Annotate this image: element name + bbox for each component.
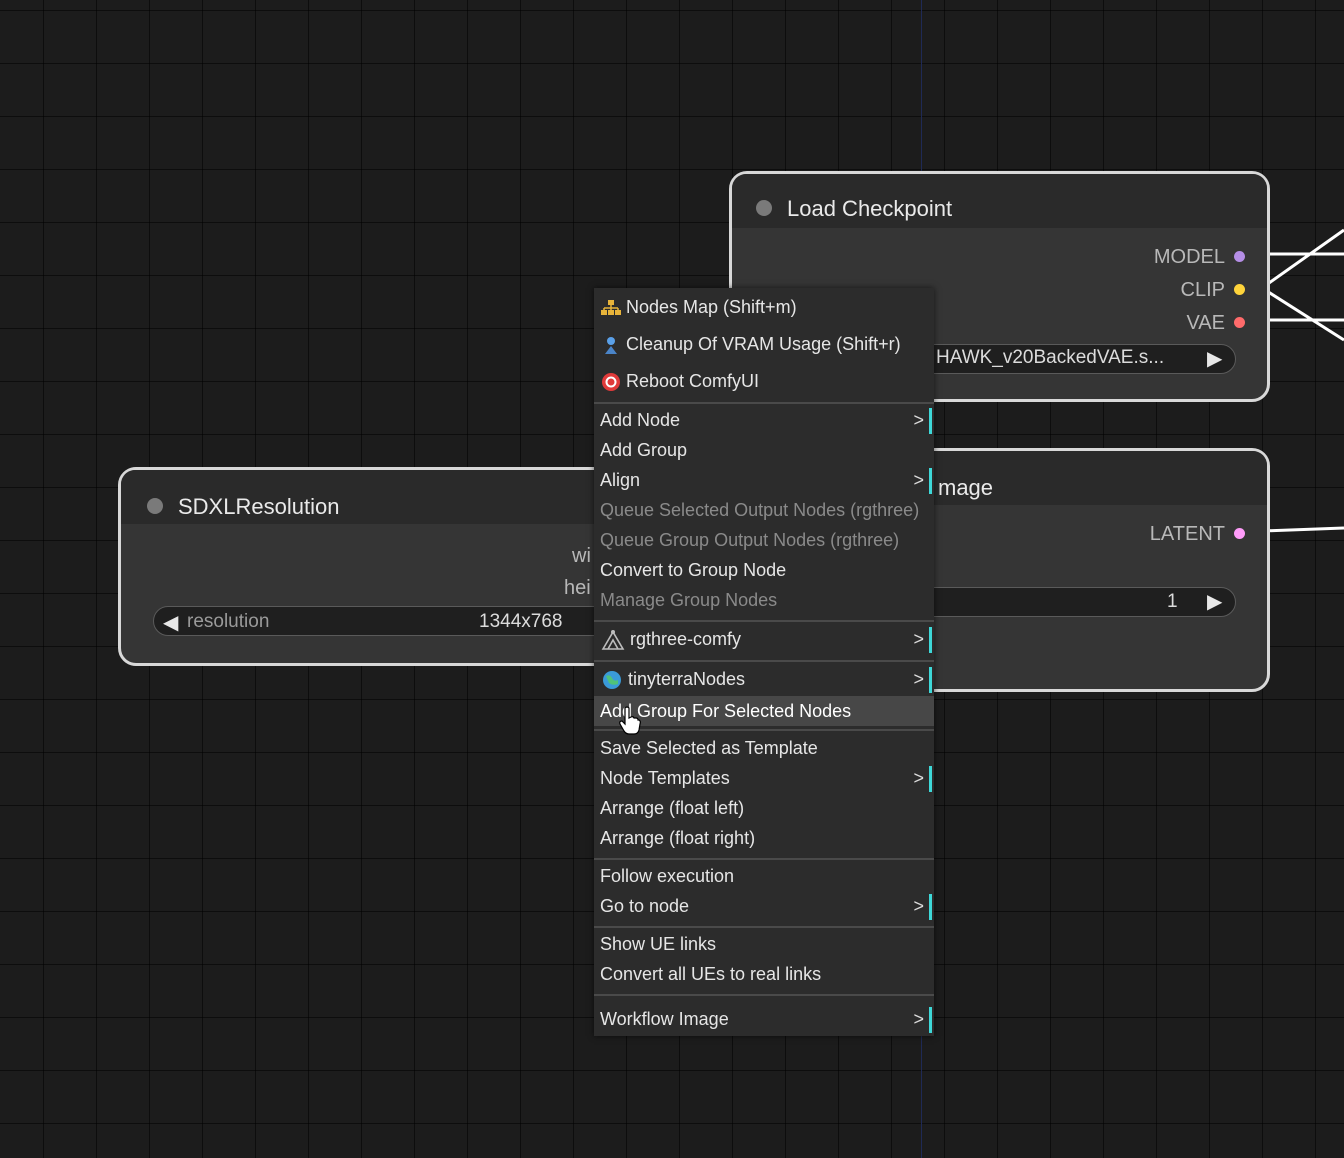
vram-cleanup-icon	[605, 337, 617, 355]
batch-size-value: 1	[1167, 591, 1178, 612]
globe-icon	[603, 671, 621, 690]
menu-item-workflow-image[interactable]: Workflow Image >	[594, 1004, 934, 1034]
menu-item-reboot[interactable]: Reboot ComfyUI	[594, 366, 934, 396]
submenu-indicator	[929, 1007, 932, 1033]
menu-item-label: Show UE links	[600, 934, 717, 954]
menu-item-label: Workflow Image	[600, 1009, 729, 1029]
menu-separator	[594, 994, 934, 996]
menu-item-label: Arrange (float left)	[600, 798, 745, 818]
menu-item-label: Reboot ComfyUI	[626, 371, 760, 391]
output-vae-label: VAE	[1186, 312, 1225, 334]
output-model-label: MODEL	[1153, 246, 1225, 268]
submenu-indicator	[929, 667, 932, 693]
menu-item-label: Queue Selected Output Nodes (rgthree)	[600, 500, 920, 520]
submenu-chevron-icon: >	[913, 1009, 924, 1029]
menu-item-label: Queue Group Output Nodes (rgthree)	[600, 530, 900, 550]
menu-item-nodes-map[interactable]: Nodes Map (Shift+m)	[594, 292, 934, 322]
menu-separator	[594, 729, 934, 731]
node-title: mage	[938, 475, 994, 500]
menu-item-arrange-right[interactable]: Arrange (float right)	[594, 823, 934, 853]
resolution-value: 1344x768	[479, 611, 563, 632]
rgthree-icon	[601, 630, 625, 651]
menu-item-rgthree[interactable]: rgthree-comfy >	[594, 624, 934, 654]
clip-link	[1261, 228, 1344, 290]
clip-link-2	[1261, 286, 1344, 342]
output-latent-label: LATENT	[1149, 523, 1225, 545]
menu-item-arrange-left[interactable]: Arrange (float left)	[594, 793, 934, 823]
node-collapse-dot[interactable]	[147, 498, 163, 514]
submenu-chevron-icon: >	[913, 669, 924, 689]
menu-item-go-to-node[interactable]: Go to node >	[594, 891, 934, 921]
menu-item-label: Add Group	[600, 440, 688, 460]
submenu-chevron-icon: >	[913, 896, 924, 916]
ckpt-next-arrow[interactable]: ▶	[1207, 346, 1222, 371]
menu-separator	[594, 402, 934, 404]
menu-item-label: Align	[600, 470, 641, 490]
canvas-context-menu: Nodes Map (Shift+m) Cleanup Of VRAM Usag…	[594, 288, 934, 1036]
output-clip-slot[interactable]	[1234, 284, 1245, 295]
resolution-label: resolution	[187, 611, 270, 632]
menu-item-show-ue-links[interactable]: Show UE links	[594, 929, 934, 959]
menu-item-label: Convert all UEs to real links	[600, 964, 822, 984]
menu-item-label: Manage Group Nodes	[600, 590, 778, 610]
menu-item-label: Nodes Map (Shift+m)	[626, 297, 797, 317]
submenu-indicator	[929, 766, 932, 792]
output-vae-slot[interactable]	[1234, 317, 1245, 328]
batch-next-arrow[interactable]: ▶	[1207, 589, 1222, 614]
submenu-indicator	[929, 468, 932, 494]
menu-separator	[594, 660, 934, 662]
latent-link	[1261, 526, 1344, 533]
menu-item-label: Node Templates	[600, 768, 730, 788]
menu-item-align[interactable]: Align >	[594, 465, 934, 495]
output-height-label: hei	[564, 577, 591, 599]
submenu-chevron-icon: >	[913, 410, 924, 430]
menu-item-label: Save Selected as Template	[600, 738, 818, 758]
menu-item-node-templates[interactable]: Node Templates >	[594, 763, 934, 793]
submenu-chevron-icon: >	[913, 768, 924, 788]
menu-item-label: Arrange (float right)	[600, 828, 756, 848]
hand-pointer-cursor-icon	[619, 706, 641, 735]
menu-item-cleanup-vram[interactable]: Cleanup Of VRAM Usage (Shift+r)	[594, 329, 934, 359]
menu-item-queue-group: Queue Group Output Nodes (rgthree)	[594, 525, 934, 555]
menu-item-label: Go to node	[600, 896, 690, 916]
menu-separator	[594, 858, 934, 860]
menu-item-add-node[interactable]: Add Node >	[594, 405, 934, 435]
submenu-indicator	[929, 627, 932, 653]
menu-item-label: Follow execution	[600, 866, 735, 886]
ckpt-name-value: HAWK_v20BackedVAE.s...	[936, 347, 1165, 368]
menu-item-label: rgthree-comfy	[630, 629, 742, 649]
node-title: Load Checkpoint	[787, 196, 953, 221]
nodes-map-icon	[601, 300, 621, 316]
menu-separator	[594, 620, 934, 622]
menu-item-convert-ues[interactable]: Convert all UEs to real links	[594, 959, 934, 989]
node-graph-canvas[interactable]: Load Checkpoint MODEL CLIP VAE HAWK_v20B…	[0, 0, 1344, 1158]
menu-item-follow-execution[interactable]: Follow execution	[594, 861, 934, 891]
reboot-icon	[602, 373, 620, 392]
menu-item-save-template[interactable]: Save Selected as Template	[594, 733, 934, 763]
menu-item-label: tinyterraNodes	[628, 669, 746, 689]
menu-separator	[594, 926, 934, 928]
node-collapse-dot[interactable]	[756, 200, 772, 216]
menu-item-label: Cleanup Of VRAM Usage (Shift+r)	[626, 334, 901, 354]
output-model-slot[interactable]	[1234, 251, 1245, 262]
menu-item-add-group[interactable]: Add Group	[594, 435, 934, 465]
menu-item-label: Add Node	[600, 410, 681, 430]
output-width-label: wi	[572, 545, 591, 567]
menu-item-label: Convert to Group Node	[600, 560, 787, 580]
sdxl-resolution-node[interactable]: SDXLResolution wi hei ◀ resolution 1344x…	[118, 467, 638, 666]
output-latent-slot[interactable]	[1234, 528, 1245, 539]
menu-item-add-group-selected[interactable]: Add Group For Selected Nodes	[594, 696, 934, 726]
output-clip-label: CLIP	[1180, 279, 1225, 301]
submenu-indicator	[929, 408, 932, 434]
submenu-chevron-icon: >	[913, 629, 924, 649]
menu-item-manage-group-nodes: Manage Group Nodes	[594, 585, 934, 615]
menu-item-convert-group-node[interactable]: Convert to Group Node	[594, 555, 934, 585]
submenu-chevron-icon: >	[913, 470, 924, 490]
menu-item-queue-selected: Queue Selected Output Nodes (rgthree)	[594, 495, 934, 525]
submenu-indicator	[929, 894, 932, 920]
menu-item-tinyterra[interactable]: tinyterraNodes >	[594, 664, 934, 694]
resolution-prev-arrow[interactable]: ◀	[163, 610, 178, 635]
node-title: SDXLResolution	[178, 494, 340, 519]
